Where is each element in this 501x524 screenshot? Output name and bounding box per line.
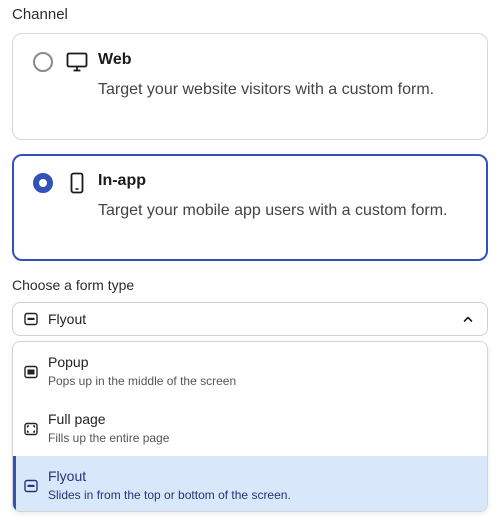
flyout-title: Flyout: [48, 468, 87, 484]
flyout-icon: [24, 312, 38, 326]
form-type-option-full-page[interactable]: Full page Fills up the entire page: [13, 399, 487, 456]
in-app-radio[interactable]: [33, 173, 53, 193]
channel-option-in-app[interactable]: In-app Target your mobile app users with…: [12, 154, 488, 261]
channel-option-web[interactable]: Web Target your website visitors with a …: [12, 33, 488, 140]
form-type-dropdown: Popup Pops up in the middle of the scree…: [12, 341, 488, 512]
form-settings-panel: Channel Web Target your website visitors…: [0, 0, 501, 524]
in-app-description: Target your mobile app users with a cust…: [98, 202, 448, 219]
form-type-select[interactable]: Flyout: [12, 302, 488, 336]
flyout-description: Slides in from the top or bottom of the …: [48, 488, 291, 502]
web-title: Web: [98, 51, 132, 68]
web-description: Target your website visitors with a cust…: [98, 81, 435, 98]
mobile-icon: [70, 172, 84, 194]
full-page-title: Full page: [48, 411, 106, 427]
full-page-description: Fills up the entire page: [48, 431, 170, 445]
form-type-option-popup[interactable]: Popup Pops up in the middle of the scree…: [13, 342, 487, 399]
popup-icon: [24, 365, 38, 379]
web-radio[interactable]: [33, 52, 53, 72]
popup-title: Popup: [48, 354, 89, 370]
in-app-title: In-app: [98, 172, 146, 189]
flyout-icon: [24, 479, 38, 493]
form-type-label: Choose a form type: [12, 277, 135, 293]
popup-description: Pops up in the middle of the screen: [48, 374, 237, 388]
full-page-icon: [24, 422, 38, 436]
form-type-selected-value: Flyout: [48, 311, 87, 327]
chevron-up-icon: [463, 316, 473, 322]
channel-label: Channel: [12, 6, 68, 23]
form-type-option-flyout[interactable]: Flyout Slides in from the top or bottom …: [13, 456, 487, 511]
monitor-icon: [66, 52, 88, 72]
